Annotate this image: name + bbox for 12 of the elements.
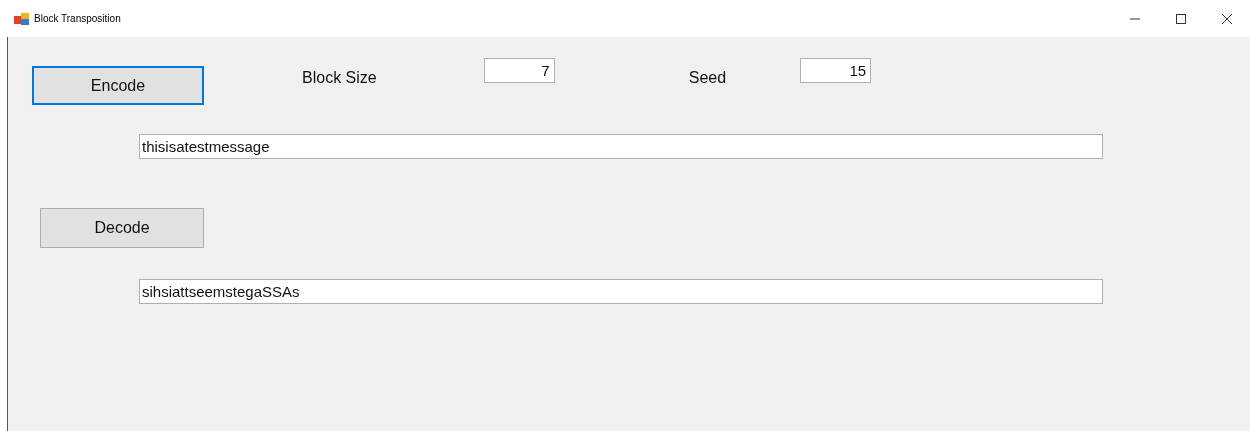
ciphertext-field[interactable]: sihsiattseemstegaSSAs bbox=[139, 279, 1103, 304]
app-icon bbox=[14, 11, 30, 26]
window-title: Block Transposition bbox=[34, 12, 121, 26]
block-size-input[interactable]: 7 bbox=[483, 58, 555, 83]
seed-input[interactable]: 15 bbox=[800, 58, 872, 83]
close-icon bbox=[1222, 13, 1232, 24]
block-size-label: Block Size bbox=[302, 68, 377, 88]
plaintext-field[interactable]: thisisatestmessage bbox=[139, 134, 1103, 159]
maximize-icon bbox=[1176, 13, 1186, 24]
encode-button[interactable]: Encode bbox=[32, 66, 204, 105]
seed-label: Seed bbox=[688, 68, 727, 88]
decode-button[interactable]: Decode bbox=[40, 208, 204, 248]
